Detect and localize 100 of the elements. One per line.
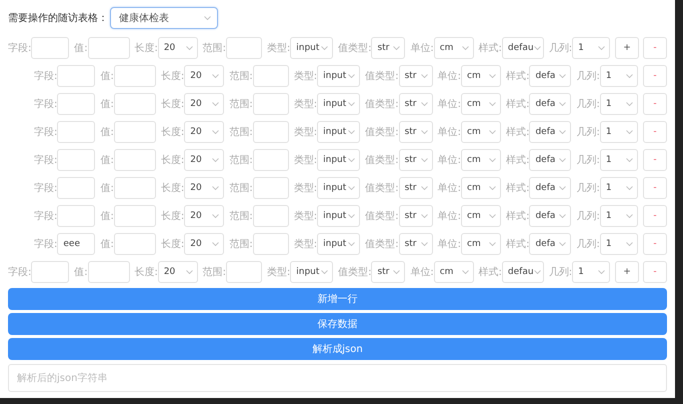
dropdown[interactable]: 1 (600, 149, 638, 171)
dropdown[interactable]: defa (529, 233, 572, 255)
dropdown[interactable]: defa (529, 93, 572, 115)
text-field[interactable] (114, 205, 156, 227)
json-output-field[interactable]: 解析后的json字符串 (8, 364, 667, 392)
dropdown[interactable]: str (398, 93, 433, 115)
dropdown[interactable]: cm (461, 121, 501, 143)
text-field[interactable] (57, 149, 96, 171)
text-field[interactable] (57, 121, 96, 143)
text-field[interactable] (88, 261, 130, 283)
dropdown[interactable]: input (317, 177, 360, 199)
dropdown[interactable]: str (398, 177, 433, 199)
text-field[interactable] (226, 261, 262, 283)
text-field[interactable] (88, 37, 130, 59)
text-field[interactable] (252, 177, 289, 199)
add-row-button[interactable]: + (614, 37, 639, 59)
dropdown[interactable]: 20 (158, 261, 198, 283)
text-field[interactable] (114, 121, 156, 143)
dropdown[interactable]: str (398, 233, 433, 255)
dropdown[interactable]: defa (529, 149, 572, 171)
dropdown[interactable]: 20 (184, 65, 224, 87)
dropdown[interactable]: str (371, 261, 406, 283)
dropdown[interactable]: input (317, 149, 360, 171)
dropdown[interactable]: cm (461, 149, 501, 171)
field-label: 长度: (160, 154, 184, 167)
text-field[interactable] (114, 65, 156, 87)
dropdown[interactable]: input (317, 121, 360, 143)
dropdown[interactable]: defa (529, 205, 572, 227)
text-field[interactable] (252, 205, 289, 227)
remove-row-button[interactable]: - (642, 121, 667, 143)
dropdown[interactable]: cm (461, 93, 501, 115)
dropdown[interactable]: 20 (184, 121, 224, 143)
dropdown[interactable]: cm (461, 65, 501, 87)
remove-row-button[interactable]: - (642, 233, 667, 255)
dropdown[interactable]: input (317, 93, 360, 115)
remove-row-button[interactable]: - (642, 261, 667, 283)
remove-row-button[interactable]: - (642, 205, 667, 227)
text-field[interactable] (252, 65, 289, 87)
dropdown[interactable]: input (290, 261, 334, 283)
dropdown[interactable]: 20 (184, 149, 224, 171)
dropdown[interactable]: defau (502, 37, 544, 59)
field-label: 单位: (438, 126, 461, 139)
text-field[interactable] (226, 37, 262, 59)
text-field[interactable] (252, 121, 289, 143)
text-field[interactable] (31, 37, 70, 59)
text-field[interactable]: eee (57, 233, 96, 255)
caret-icon (348, 74, 356, 78)
text-field[interactable] (252, 93, 289, 115)
dropdown[interactable]: 1 (600, 93, 638, 115)
dropdown[interactable]: input (317, 205, 360, 227)
dropdown[interactable]: cm (434, 261, 474, 283)
text-field[interactable] (57, 65, 96, 87)
text-field[interactable] (252, 233, 289, 255)
dropdown[interactable]: 1 (600, 177, 638, 199)
dropdown[interactable]: input (317, 65, 360, 87)
dropdown[interactable]: defa (529, 121, 572, 143)
text-field[interactable] (114, 149, 156, 171)
dropdown[interactable]: cm (434, 37, 474, 59)
form-select[interactable]: 健康体检表 (110, 7, 218, 29)
dropdown[interactable]: 1 (572, 37, 610, 59)
dropdown[interactable]: cm (461, 177, 501, 199)
dropdown[interactable]: 20 (184, 93, 224, 115)
dropdown[interactable]: 1 (572, 261, 610, 283)
remove-row-button[interactable]: - (642, 177, 667, 199)
remove-row-button[interactable]: - (642, 37, 667, 59)
dropdown[interactable]: defa (529, 177, 572, 199)
dropdown[interactable]: str (398, 149, 433, 171)
dropdown[interactable]: 20 (184, 205, 224, 227)
dropdown[interactable]: 1 (600, 65, 638, 87)
dropdown[interactable]: defau (502, 261, 544, 283)
remove-row-button[interactable]: - (642, 93, 667, 115)
dropdown[interactable]: defa (529, 65, 572, 87)
dropdown[interactable]: str (398, 121, 433, 143)
dropdown[interactable]: str (398, 205, 433, 227)
add-row-button[interactable]: + (614, 261, 639, 283)
text-field[interactable] (57, 93, 96, 115)
dropdown[interactable]: cm (461, 233, 501, 255)
dropdown[interactable]: 1 (600, 121, 638, 143)
dropdown[interactable]: 1 (600, 205, 638, 227)
remove-row-button[interactable]: - (642, 65, 667, 87)
caret-icon (489, 102, 496, 106)
dropdown[interactable]: input (317, 233, 360, 255)
dropdown[interactable]: 20 (158, 37, 198, 59)
field-label: 几列: (548, 42, 572, 55)
text-field[interactable] (31, 261, 70, 283)
text-field[interactable] (57, 205, 96, 227)
dropdown[interactable]: 20 (184, 233, 224, 255)
text-field[interactable] (114, 233, 156, 255)
dropdown[interactable]: str (398, 65, 433, 87)
field-label: 范围: (229, 238, 253, 251)
dropdown[interactable]: str (371, 37, 406, 59)
text-field[interactable] (114, 93, 156, 115)
dropdown[interactable]: input (290, 37, 334, 59)
remove-row-button[interactable]: - (642, 149, 667, 171)
dropdown[interactable]: cm (461, 205, 501, 227)
dropdown[interactable]: 1 (600, 233, 638, 255)
text-field[interactable] (57, 177, 96, 199)
text-field[interactable] (114, 177, 156, 199)
text-field[interactable] (252, 149, 289, 171)
dropdown[interactable]: 20 (184, 177, 224, 199)
